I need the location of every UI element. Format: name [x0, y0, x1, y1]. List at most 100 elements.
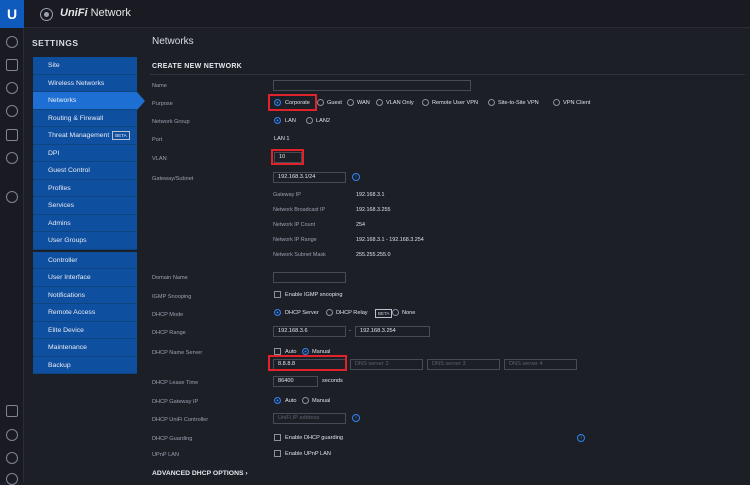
dhcp-none-radio[interactable] — [392, 309, 399, 316]
sidebar-item-notifications[interactable]: Notifications — [33, 287, 137, 304]
sidebar-item-backup[interactable]: Backup — [33, 357, 137, 374]
domain-name-input[interactable] — [273, 272, 346, 283]
sidebar-group-controller: Controller User Interface Notifications … — [33, 251, 137, 374]
notifications-bell-icon[interactable] — [6, 429, 18, 441]
subnet-mask-label: Network Subnet Mask — [273, 252, 326, 258]
network-group-lan-radio[interactable] — [274, 117, 281, 124]
purpose-vlan-only-radio[interactable] — [376, 99, 383, 106]
sidebar-group-site: Site Wireless Networks Networks Routing … — [33, 57, 145, 250]
purpose-vpn-client-radio[interactable] — [553, 99, 560, 106]
dhcp-range-label: DHCP Range — [152, 330, 186, 336]
sidebar-item-services[interactable]: Services — [33, 197, 137, 215]
dhcp-lease-label: DHCP Lease Time — [152, 380, 199, 386]
ip-range-label: Network IP Range — [273, 237, 317, 243]
dashboard-icon[interactable] — [6, 36, 18, 48]
section-title: CREATE NEW NETWORK — [152, 63, 243, 70]
devices-icon[interactable] — [6, 105, 18, 117]
domain-name-label: Domain Name — [152, 275, 188, 281]
clients-icon[interactable] — [6, 129, 18, 141]
ubiquiti-logo[interactable]: U — [0, 0, 24, 28]
sidebar-item-user-interface[interactable]: User Interface — [33, 269, 137, 287]
purpose-site-vpn-radio[interactable] — [488, 99, 495, 106]
info-icon[interactable]: i — [352, 173, 360, 181]
highlight-corporate — [268, 94, 317, 111]
broadcast-ip-value: 192.168.3.255 — [356, 207, 391, 213]
dns-auto-radio[interactable] — [274, 348, 281, 355]
dhcp-range-start-input[interactable]: 192.168.3.6 — [273, 326, 346, 337]
sidebar-item-profiles[interactable]: Profiles — [33, 180, 137, 197]
broadcast-ip-label: Network Broadcast IP — [273, 207, 326, 213]
purpose-wan-label: WAN — [357, 100, 370, 106]
network-group-lan2-radio[interactable] — [306, 117, 313, 124]
dhcp-gateway-manual-radio[interactable] — [302, 397, 309, 404]
purpose-vlan-only-label: VLAN Only — [386, 100, 414, 106]
divider — [150, 74, 745, 75]
unifi-ip-input[interactable]: UniFi IP address — [273, 413, 346, 424]
purpose-remote-vpn-label: Remote User VPN — [432, 100, 479, 106]
settings-gear-icon[interactable] — [6, 473, 18, 485]
sidebar-item-controller[interactable]: Controller — [33, 252, 137, 269]
upnp-lan-label: UPnP LAN — [152, 452, 179, 458]
port-label: Port — [152, 137, 163, 143]
network-group-lan2-label: LAN2 — [316, 118, 330, 124]
sidebar-item-threat-management[interactable]: Threat Management BETA — [33, 127, 137, 145]
dhcp-unifi-controller-label: DHCP UniFi Controller — [152, 417, 209, 423]
dns-server-4-input[interactable]: DNS server 4 — [504, 359, 577, 370]
sidebar-item-dpi[interactable]: DPI — [33, 145, 137, 162]
info-icon[interactable]: i — [577, 434, 585, 442]
sidebar-item-user-groups[interactable]: User Groups — [33, 232, 137, 250]
sidebar-title: SETTINGS — [32, 38, 79, 48]
igmp-option-label: Enable IGMP snooping — [285, 292, 343, 298]
beta-badge: BETA — [112, 130, 130, 140]
dhcp-server-radio[interactable] — [274, 309, 281, 316]
purpose-remote-vpn-radio[interactable] — [422, 99, 429, 106]
purpose-wan-radio[interactable] — [347, 99, 354, 106]
dhcp-gateway-manual-label: Manual — [312, 398, 331, 404]
dhcp-range-end-input[interactable]: 192.168.3.254 — [355, 326, 430, 337]
upnp-lan-checkbox[interactable] — [274, 450, 281, 457]
sidebar-item-elite-device[interactable]: Elite Device — [33, 322, 137, 339]
chat-icon[interactable] — [6, 452, 18, 464]
sidebar-item-wireless-networks[interactable]: Wireless Networks — [33, 75, 137, 92]
advanced-dhcp-options-label: ADVANCED DHCP OPTIONS — [152, 470, 244, 477]
sidebar-item-maintenance[interactable]: Maintenance — [33, 339, 137, 357]
dhcp-lease-input[interactable]: 86400 — [273, 376, 318, 387]
dhcp-guarding-checkbox[interactable] — [274, 434, 281, 441]
events-icon[interactable] — [6, 405, 18, 417]
dhcp-relay-beta-badge: BETA — [375, 309, 393, 318]
dhcp-gateway-label: DHCP Gateway IP — [152, 399, 199, 405]
dns-manual-radio[interactable] — [302, 348, 309, 355]
sidebar-item-site[interactable]: Site — [33, 57, 137, 75]
dns-server-2-input[interactable]: DNS server 2 — [350, 359, 423, 370]
sidebar-item-admins[interactable]: Admins — [33, 215, 137, 232]
insights-icon[interactable] — [6, 152, 18, 164]
gateway-subnet-label: Gateway/Subnet — [152, 176, 194, 182]
app-title: UniFi Network — [60, 7, 131, 19]
network-group-lan-label: LAN — [285, 118, 296, 124]
highlight-vlan — [271, 149, 304, 165]
sidebar-item-remote-access[interactable]: Remote Access — [33, 304, 137, 322]
purpose-guest-radio[interactable] — [317, 99, 324, 106]
info-icon[interactable]: i — [352, 414, 360, 422]
sidebar-item-label: Threat Management — [48, 132, 110, 139]
gateway-subnet-input[interactable]: 192.168.3.1/24 — [273, 172, 346, 183]
dhcp-server-label: DHCP Server — [285, 310, 319, 316]
map-pin-icon[interactable] — [6, 82, 18, 94]
sidebar-item-guest-control[interactable]: Guest Control — [33, 162, 137, 180]
dhcp-relay-radio[interactable] — [326, 309, 333, 316]
sidebar-item-routing-firewall[interactable]: Routing & Firewall — [33, 110, 137, 127]
sidebar-item-networks[interactable]: Networks — [33, 92, 145, 110]
settings-sidebar: Site Wireless Networks Networks Routing … — [33, 57, 145, 374]
statistics-icon[interactable] — [6, 59, 18, 71]
name-input[interactable] — [273, 80, 471, 91]
dhcp-gateway-auto-radio[interactable] — [274, 397, 281, 404]
dhcp-relay-label: DHCP Relay — [336, 310, 368, 316]
alerts-icon[interactable] — [6, 191, 18, 203]
dns-server-3-input[interactable]: DNS server 3 — [427, 359, 500, 370]
purpose-vpn-client-label: VPN Client — [563, 100, 591, 106]
advanced-dhcp-options-toggle[interactable]: ADVANCED DHCP OPTIONS › — [152, 470, 248, 477]
igmp-checkbox[interactable] — [274, 291, 281, 298]
purpose-site-vpn-label: Site-to-Site VPN — [498, 100, 539, 106]
network-group-label: Network Group — [152, 119, 190, 125]
port-value: LAN 1 — [274, 136, 290, 142]
